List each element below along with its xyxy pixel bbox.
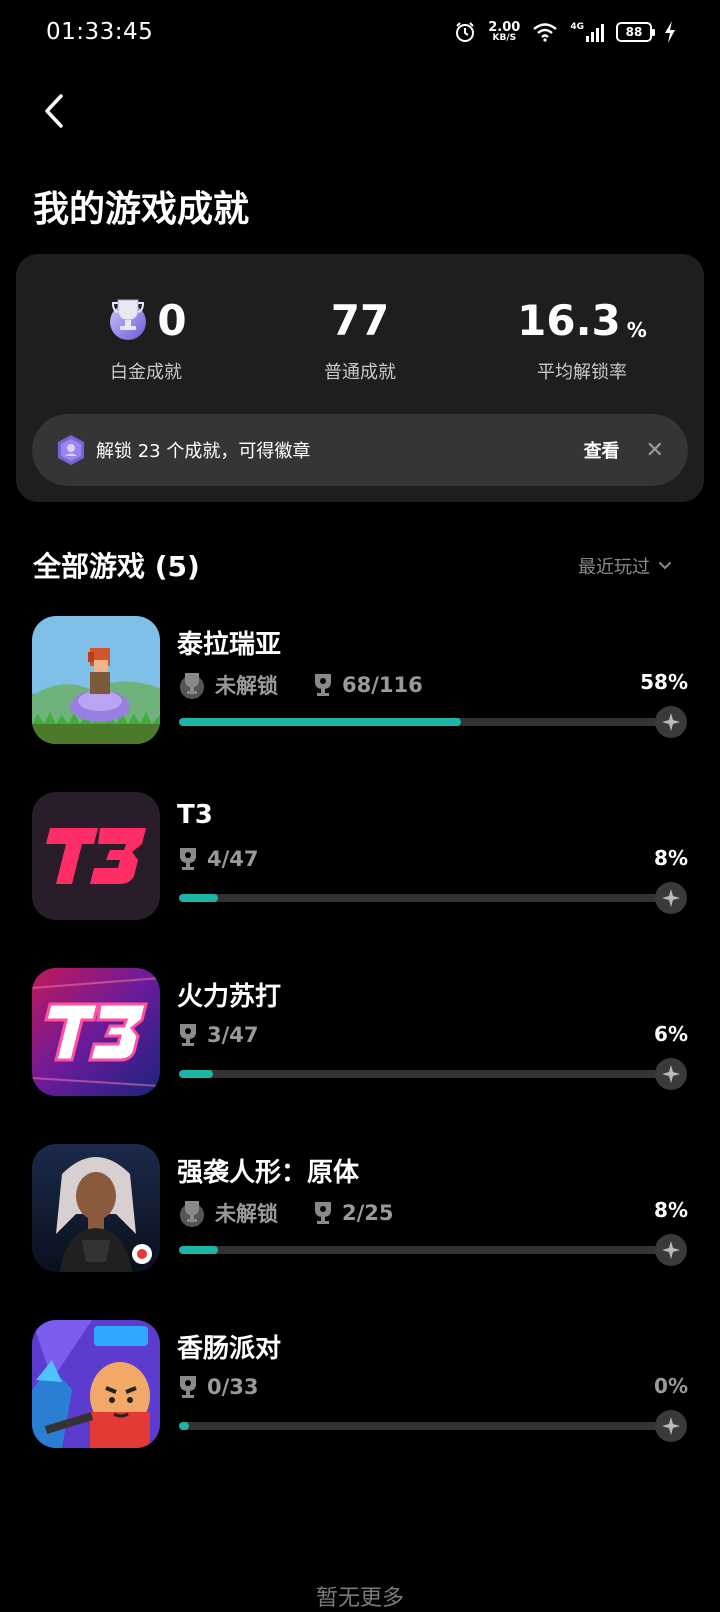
game-percent: 8% xyxy=(654,846,688,870)
game-icon-huolisuda xyxy=(32,968,160,1096)
platinum-trophy-gray-icon xyxy=(180,673,204,699)
badge-banner-text: 解锁 23 个成就，可得徽章 xyxy=(96,441,311,462)
game-name: 火力苏打 xyxy=(177,982,282,1012)
game-list: 泰拉瑞亚 未解锁 68/116 58% T3 4/47 8% 火力苏打 3/47… xyxy=(0,616,720,1496)
game-name: T3 xyxy=(177,800,213,830)
status-time: 01:33:45 xyxy=(46,19,154,45)
progress-fill xyxy=(179,894,218,902)
game-meta: 未解锁 2/25 xyxy=(177,1198,394,1228)
progress-bar xyxy=(179,718,665,726)
game-icon-t3 xyxy=(32,792,160,920)
battery-level: 88 xyxy=(625,25,643,39)
platinum-goal-icon xyxy=(655,882,687,914)
platinum-status: 未解锁 xyxy=(215,1202,278,1226)
game-meta: 3/47 xyxy=(177,1022,259,1048)
achievement-count: 2/25 xyxy=(342,1201,394,1225)
chevron-left-icon xyxy=(45,94,63,128)
platinum-goal-icon xyxy=(655,1410,687,1442)
average-label: 平均解锁率 xyxy=(537,362,627,383)
chevron-down-icon xyxy=(659,562,671,570)
close-icon[interactable]: ✕ xyxy=(646,438,664,463)
achievement-count: 4/47 xyxy=(207,847,259,871)
average-stat: 16.3 % 平均解锁率 xyxy=(472,294,692,384)
badge-icon xyxy=(58,435,84,465)
game-meta: 未解锁 68/116 xyxy=(177,670,423,700)
game-item[interactable]: 香肠派对 0/33 0% xyxy=(0,1320,720,1496)
game-name: 强袭人形：原体 xyxy=(177,1158,360,1188)
platinum-label: 白金成就 xyxy=(110,362,182,383)
achievement-count: 3/47 xyxy=(207,1023,259,1047)
progress-fill xyxy=(179,1070,213,1078)
progress-bar xyxy=(179,1070,665,1078)
game-meta: 4/47 xyxy=(177,846,259,872)
trophy-icon xyxy=(180,1024,196,1046)
achievement-count: 68/116 xyxy=(342,673,423,697)
progress-fill xyxy=(179,1422,189,1430)
games-section-title: 全部游戏 (5) xyxy=(33,550,200,583)
game-icon-terraria xyxy=(32,616,160,744)
trophy-icon xyxy=(180,848,196,870)
signal-icon: 4G xyxy=(570,22,604,42)
game-item[interactable]: 强袭人形：原体 未解锁 2/25 8% xyxy=(0,1144,720,1320)
trophy-icon xyxy=(315,674,331,696)
platinum-stat: 0 白金成就 xyxy=(36,294,256,384)
game-item[interactable]: 泰拉瑞亚 未解锁 68/116 58% xyxy=(0,616,720,792)
platinum-goal-icon xyxy=(655,1234,687,1266)
page-title: 我的游戏成就 xyxy=(33,189,250,230)
platinum-trophy-gray-icon xyxy=(180,1201,204,1227)
game-item[interactable]: 火力苏打 3/47 6% xyxy=(0,968,720,1144)
trophy-icon xyxy=(180,1376,196,1398)
alarm-icon xyxy=(456,22,475,42)
game-percent: 8% xyxy=(654,1198,688,1222)
game-icon-xiangchangpaidui xyxy=(32,1320,160,1448)
progress-bar xyxy=(179,1246,665,1254)
normal-label: 普通成就 xyxy=(324,362,396,383)
progress-fill xyxy=(179,718,461,726)
wifi-icon xyxy=(533,23,558,42)
game-icon-qiangxirenxing xyxy=(32,1144,160,1272)
net-speed-unit: KB/S xyxy=(492,33,517,43)
platinum-goal-icon xyxy=(655,1058,687,1090)
trophy-icon xyxy=(315,1202,331,1224)
back-button[interactable] xyxy=(36,90,72,132)
status-bar: 01:33:45 2.00 KB/S 4G 88 xyxy=(0,0,720,64)
game-percent: 0% xyxy=(654,1374,688,1398)
game-name: 泰拉瑞亚 xyxy=(177,630,282,660)
no-more-text: 暂无更多 xyxy=(315,1586,404,1611)
platinum-value: 0 xyxy=(157,296,187,345)
game-percent: 58% xyxy=(640,670,688,694)
badge-banner[interactable]: 解锁 23 个成就，可得徽章 查看 ✕ xyxy=(32,414,688,486)
view-button[interactable]: 查看 xyxy=(584,437,620,463)
game-percent: 6% xyxy=(654,1022,688,1046)
normal-stat: 77 普通成就 xyxy=(250,294,470,384)
charging-icon xyxy=(665,21,675,43)
average-value: 16.3 xyxy=(517,296,621,345)
achievement-count: 0/33 xyxy=(207,1375,259,1399)
network-type: 4G xyxy=(570,22,584,32)
average-unit: % xyxy=(626,318,647,342)
platinum-status: 未解锁 xyxy=(215,674,278,698)
game-item[interactable]: T3 4/47 8% xyxy=(0,792,720,968)
progress-fill xyxy=(179,1246,218,1254)
game-name: 香肠派对 xyxy=(177,1334,282,1364)
platinum-trophy-icon xyxy=(110,299,147,340)
progress-bar xyxy=(179,1422,665,1430)
game-meta: 0/33 xyxy=(177,1374,259,1400)
normal-value: 77 xyxy=(330,296,390,345)
platinum-goal-icon xyxy=(655,706,687,738)
sort-dropdown[interactable]: 最近玩过 xyxy=(578,553,672,579)
net-speed: 2.00 KB/S xyxy=(488,21,520,43)
status-icons: 2.00 KB/S 4G 88 xyxy=(454,21,676,43)
summary-card: 0 白金成就 77 普通成就 16.3 % 平均解锁率 解锁 23 个成就，可得… xyxy=(16,254,704,502)
progress-bar xyxy=(179,894,665,902)
battery-icon: 88 xyxy=(616,22,655,42)
sort-label: 最近玩过 xyxy=(578,557,650,578)
